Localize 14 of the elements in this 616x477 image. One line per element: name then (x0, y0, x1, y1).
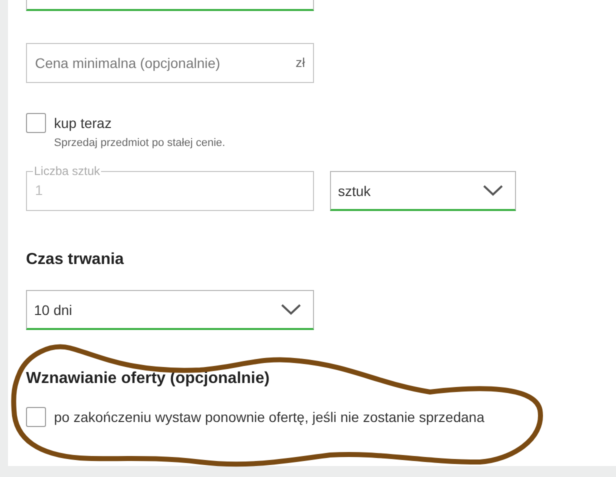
currency-label: zł (296, 55, 305, 70)
chevron-icon (483, 185, 503, 196)
hint-text: Sprzedaj przedmiot po stałej cenie. (54, 137, 226, 149)
section-heading: Czas trwania (26, 251, 125, 269)
dropdown[interactable]: sztuk (330, 171, 516, 211)
checkbox[interactable] (26, 113, 46, 133)
chevron-icon (281, 304, 301, 315)
checkbox-label: po zakończeniu wystaw ponownie ofertę, jeśli nie zostanie sprzedana (54, 409, 484, 425)
input-field[interactable] (26, 0, 314, 11)
section-heading: Wznawianie oferty (opcjonalnie) (26, 370, 271, 388)
checkbox-label: kup teraz (54, 115, 112, 131)
dropdown[interactable]: 10 dni (26, 290, 314, 330)
checkbox[interactable] (26, 407, 46, 427)
field-label: Liczba sztuk (33, 165, 102, 177)
